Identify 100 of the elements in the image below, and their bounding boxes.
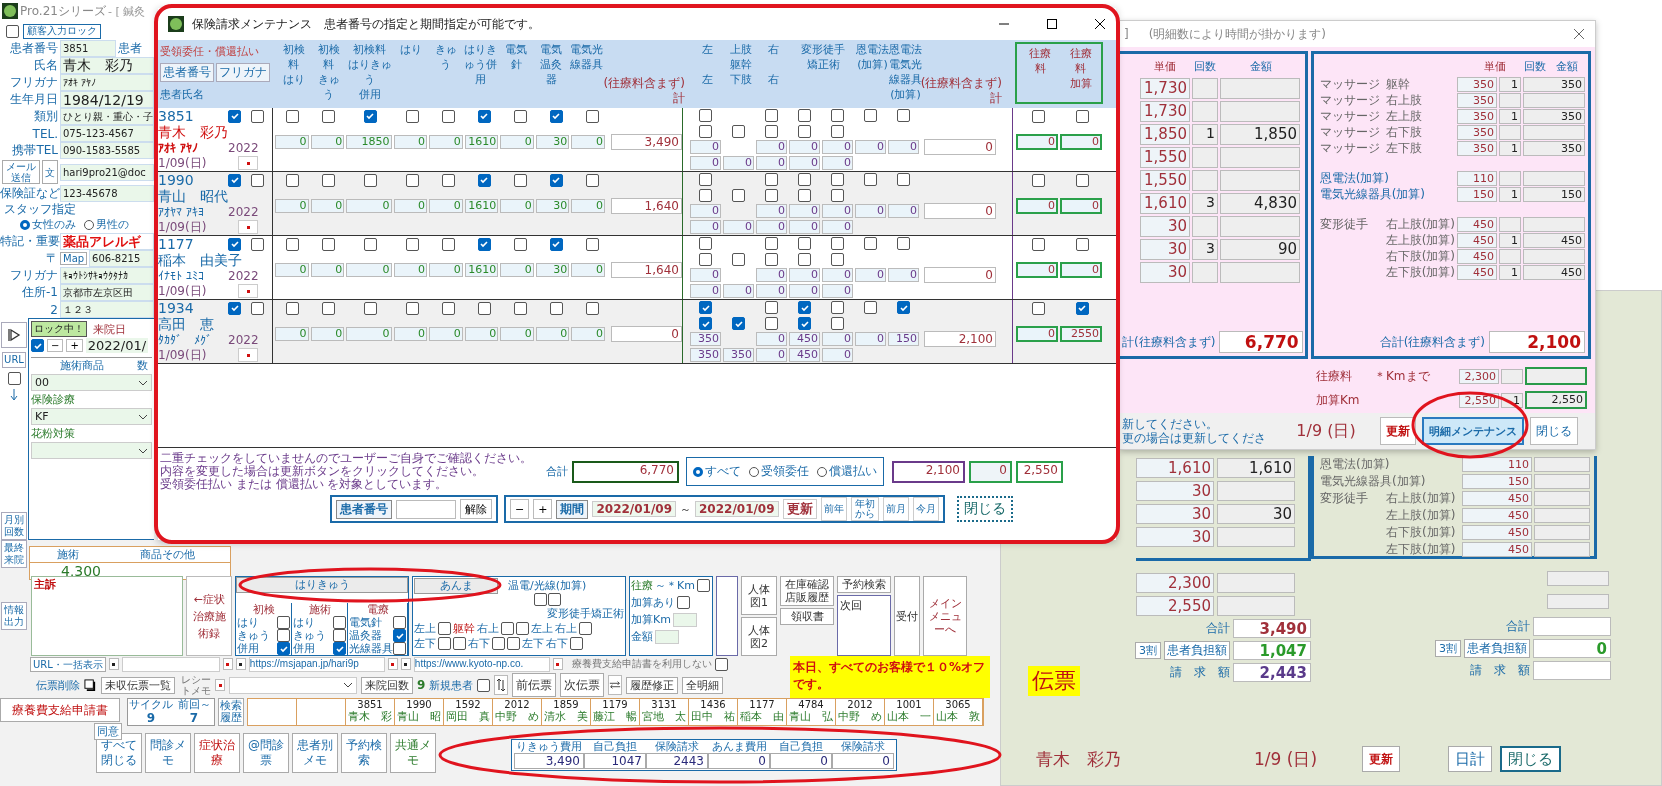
claim-form-button[interactable]: 療養費支給申請書 bbox=[0, 698, 120, 722]
send-mail-button[interactable]: メール送信 bbox=[2, 160, 40, 184]
value-field[interactable]: 0 bbox=[888, 268, 919, 283]
input-field[interactable]: ｱｵｷ ｱﾔﾉ bbox=[60, 74, 154, 91]
checkbox[interactable] bbox=[798, 253, 811, 266]
value-field[interactable]: 0 bbox=[1016, 262, 1058, 278]
checkbox[interactable] bbox=[228, 237, 241, 251]
value-field[interactable]: 30 bbox=[535, 135, 570, 149]
dot-button[interactable] bbox=[552, 658, 563, 670]
checkbox[interactable] bbox=[285, 173, 299, 187]
checkbox[interactable] bbox=[677, 596, 690, 609]
value-field[interactable]: 0 bbox=[690, 156, 721, 171]
value-field[interactable]: 0 bbox=[855, 268, 886, 283]
value-field[interactable]: 0 bbox=[1060, 198, 1102, 214]
recent-patient[interactable]: 4784 青山 弘 bbox=[787, 699, 836, 725]
value-field[interactable]: 0 bbox=[1016, 134, 1058, 150]
input-field[interactable]: 606-8215 bbox=[89, 250, 154, 267]
value-field[interactable]: 1610 bbox=[464, 263, 499, 277]
value-field[interactable]: 0 bbox=[393, 135, 428, 149]
checkbox[interactable] bbox=[831, 237, 844, 251]
value-field[interactable]: 0 bbox=[1060, 134, 1102, 150]
input-field[interactable]: 090-1583-5585 bbox=[60, 142, 154, 159]
checkbox[interactable] bbox=[732, 189, 745, 202]
checkbox[interactable] bbox=[441, 109, 455, 123]
checkbox[interactable] bbox=[516, 622, 529, 635]
filter-radio[interactable]: すべて bbox=[693, 463, 741, 480]
checkbox[interactable] bbox=[285, 301, 299, 315]
last-visit-button[interactable]: 最終来院 bbox=[1, 540, 27, 568]
all-details-button[interactable]: 全明細 bbox=[682, 676, 724, 694]
toolbar-button[interactable]: @問診票 bbox=[243, 733, 289, 773]
dot-button[interactable] bbox=[400, 658, 411, 670]
value-field[interactable]: 0 bbox=[310, 327, 345, 341]
checkbox[interactable] bbox=[547, 593, 561, 606]
start-date-field[interactable]: 2022/01/09 bbox=[592, 501, 676, 517]
input-field[interactable]: 1984/12/19 bbox=[60, 91, 154, 108]
value-field[interactable]: 0 bbox=[690, 204, 721, 219]
value-field[interactable]: 0 bbox=[723, 156, 754, 171]
value-field[interactable]: 1610 bbox=[464, 199, 499, 213]
value-field[interactable]: 0 bbox=[756, 348, 787, 363]
value-field[interactable]: 450 bbox=[789, 332, 820, 347]
value-field[interactable]: 0 bbox=[822, 156, 853, 171]
checkbox[interactable] bbox=[441, 173, 455, 187]
value-field[interactable]: 0 bbox=[888, 140, 919, 155]
product-select[interactable]: KF bbox=[31, 408, 152, 425]
close-icon[interactable] bbox=[1094, 18, 1106, 30]
body-chart-button[interactable]: 人体図2 bbox=[741, 617, 777, 656]
unpaid-list-button[interactable]: 未収伝票一覧 bbox=[101, 676, 175, 694]
checkbox[interactable] bbox=[699, 173, 712, 187]
checkbox[interactable] bbox=[699, 189, 712, 202]
checkbox[interactable] bbox=[798, 125, 811, 138]
input-field[interactable] bbox=[672, 612, 697, 627]
input-field[interactable]: 薬品アレルギ bbox=[60, 233, 154, 250]
checkbox[interactable] bbox=[1075, 301, 1089, 315]
checkbox[interactable] bbox=[477, 678, 491, 692]
checkbox[interactable] bbox=[585, 109, 599, 123]
value-field[interactable]: 0 bbox=[535, 327, 570, 341]
checkbox[interactable] bbox=[864, 109, 877, 123]
checkbox[interactable] bbox=[732, 317, 745, 330]
recent-patient[interactable]: 1177 稲本 由 bbox=[738, 699, 787, 725]
url-field[interactable] bbox=[121, 656, 220, 672]
period-button[interactable]: 年初から bbox=[850, 497, 879, 521]
value-field[interactable]: 0 bbox=[429, 135, 463, 149]
checkbox[interactable] bbox=[393, 616, 406, 629]
checkbox[interactable] bbox=[492, 637, 505, 650]
checkbox[interactable] bbox=[251, 109, 264, 123]
value-field[interactable]: 0 bbox=[275, 327, 309, 341]
rate-button[interactable]: 3割 bbox=[1435, 640, 1461, 657]
value-field[interactable]: 0 bbox=[429, 327, 463, 341]
filter-radio[interactable]: 受領委任 bbox=[749, 463, 809, 480]
checkbox[interactable] bbox=[585, 173, 599, 187]
value-field[interactable]: 0 bbox=[690, 284, 721, 299]
checkbox[interactable] bbox=[333, 616, 346, 629]
checkbox[interactable] bbox=[333, 629, 346, 642]
checkbox[interactable] bbox=[897, 109, 910, 123]
input-field[interactable]: １２３ bbox=[60, 301, 154, 318]
checkbox[interactable] bbox=[438, 637, 451, 650]
input-field[interactable]: ｷｮｳﾄｼｻｷｮｳｸﾀﾅｶ bbox=[60, 267, 154, 284]
checkbox[interactable] bbox=[1031, 301, 1045, 315]
checkbox[interactable] bbox=[363, 109, 377, 123]
checkbox[interactable] bbox=[699, 125, 712, 138]
checkbox[interactable] bbox=[321, 109, 335, 123]
increment-button[interactable]: + bbox=[533, 499, 553, 519]
checkbox[interactable] bbox=[513, 237, 527, 251]
checkbox[interactable] bbox=[513, 109, 527, 123]
checkbox[interactable] bbox=[831, 189, 844, 202]
value-field[interactable]: 0 bbox=[310, 263, 345, 277]
value-field[interactable]: 0 bbox=[723, 220, 754, 235]
dot-button[interactable] bbox=[387, 658, 398, 670]
dialog-button[interactable]: 閉じる bbox=[1530, 417, 1578, 445]
checkbox[interactable] bbox=[277, 616, 290, 629]
patient-number-field[interactable] bbox=[396, 499, 456, 519]
url-field[interactable]: https://www.kyoto-np.co. bbox=[413, 656, 550, 672]
clear-button[interactable]: 解除 bbox=[460, 499, 492, 519]
checkbox[interactable] bbox=[363, 173, 377, 187]
input-field[interactable]: 青木 彩乃 bbox=[60, 57, 154, 74]
checkbox[interactable] bbox=[393, 629, 406, 642]
value-field[interactable]: 0 bbox=[756, 284, 787, 299]
checkbox[interactable] bbox=[405, 173, 419, 187]
period-button[interactable]: 前月 bbox=[882, 497, 909, 521]
value-field[interactable]: 0 bbox=[429, 263, 463, 277]
